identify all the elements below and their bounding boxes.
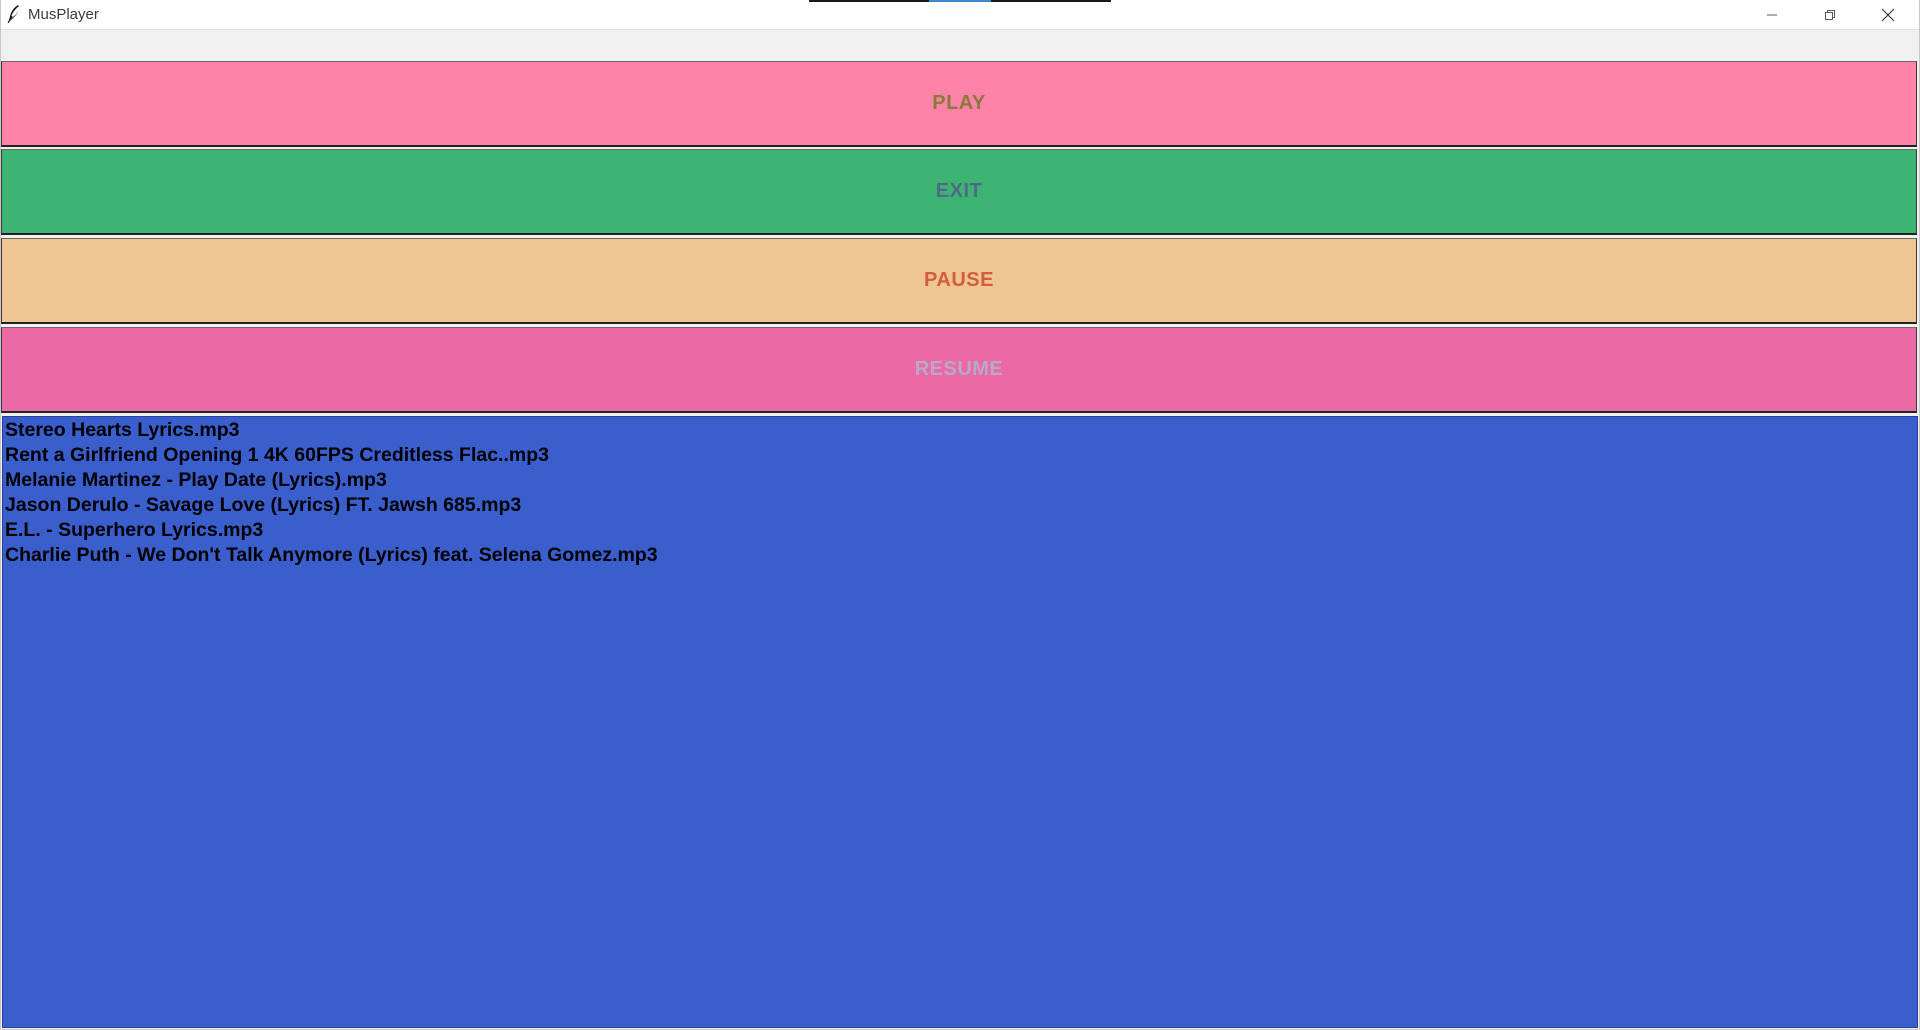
- playlist-listbox[interactable]: Stereo Hearts Lyrics.mp3 Rent a Girlfrie…: [2, 416, 1918, 1028]
- minimize-icon: [1767, 14, 1777, 15]
- minimize-button[interactable]: [1743, 0, 1801, 29]
- menu-bar: [1, 30, 1919, 60]
- playlist-item[interactable]: Charlie Puth - We Don't Talk Anymore (Ly…: [4, 543, 1917, 568]
- title-bar[interactable]: MusPlayer: [1, 0, 1919, 30]
- play-button[interactable]: PLAY: [1, 61, 1917, 147]
- title-accent-line-highlight: [929, 0, 991, 2]
- playlist-item[interactable]: E.L. - Superhero Lyrics.mp3: [4, 518, 1917, 543]
- playlist-item[interactable]: Rent a Girlfriend Opening 1 4K 60FPS Cre…: [4, 443, 1917, 468]
- pause-button-label: PAUSE: [924, 269, 994, 291]
- title-accent-line-end: [991, 0, 1111, 2]
- exit-button-label: EXIT: [935, 180, 983, 202]
- window-title: MusPlayer: [28, 6, 99, 23]
- title-accent-line: [809, 0, 929, 2]
- pause-button[interactable]: PAUSE: [1, 238, 1917, 324]
- exit-button[interactable]: EXIT: [1, 149, 1917, 235]
- close-icon: [1881, 8, 1895, 21]
- app-window: MusPlayer PLAY EXIT PAUSE RESUME Stereo …: [0, 0, 1920, 1030]
- playlist-item[interactable]: Jason Derulo - Savage Love (Lyrics) FT. …: [4, 493, 1917, 518]
- resume-button-label: RESUME: [914, 358, 1004, 380]
- restore-icon: [1825, 9, 1835, 20]
- resume-button[interactable]: RESUME: [1, 327, 1917, 413]
- feather-icon: [7, 5, 19, 24]
- maximize-button[interactable]: [1801, 0, 1859, 29]
- playlist-item[interactable]: Stereo Hearts Lyrics.mp3: [4, 418, 1917, 443]
- playlist-item[interactable]: Melanie Martinez - Play Date (Lyrics).mp…: [4, 468, 1917, 493]
- play-button-label: PLAY: [932, 92, 986, 114]
- close-button[interactable]: [1859, 0, 1917, 29]
